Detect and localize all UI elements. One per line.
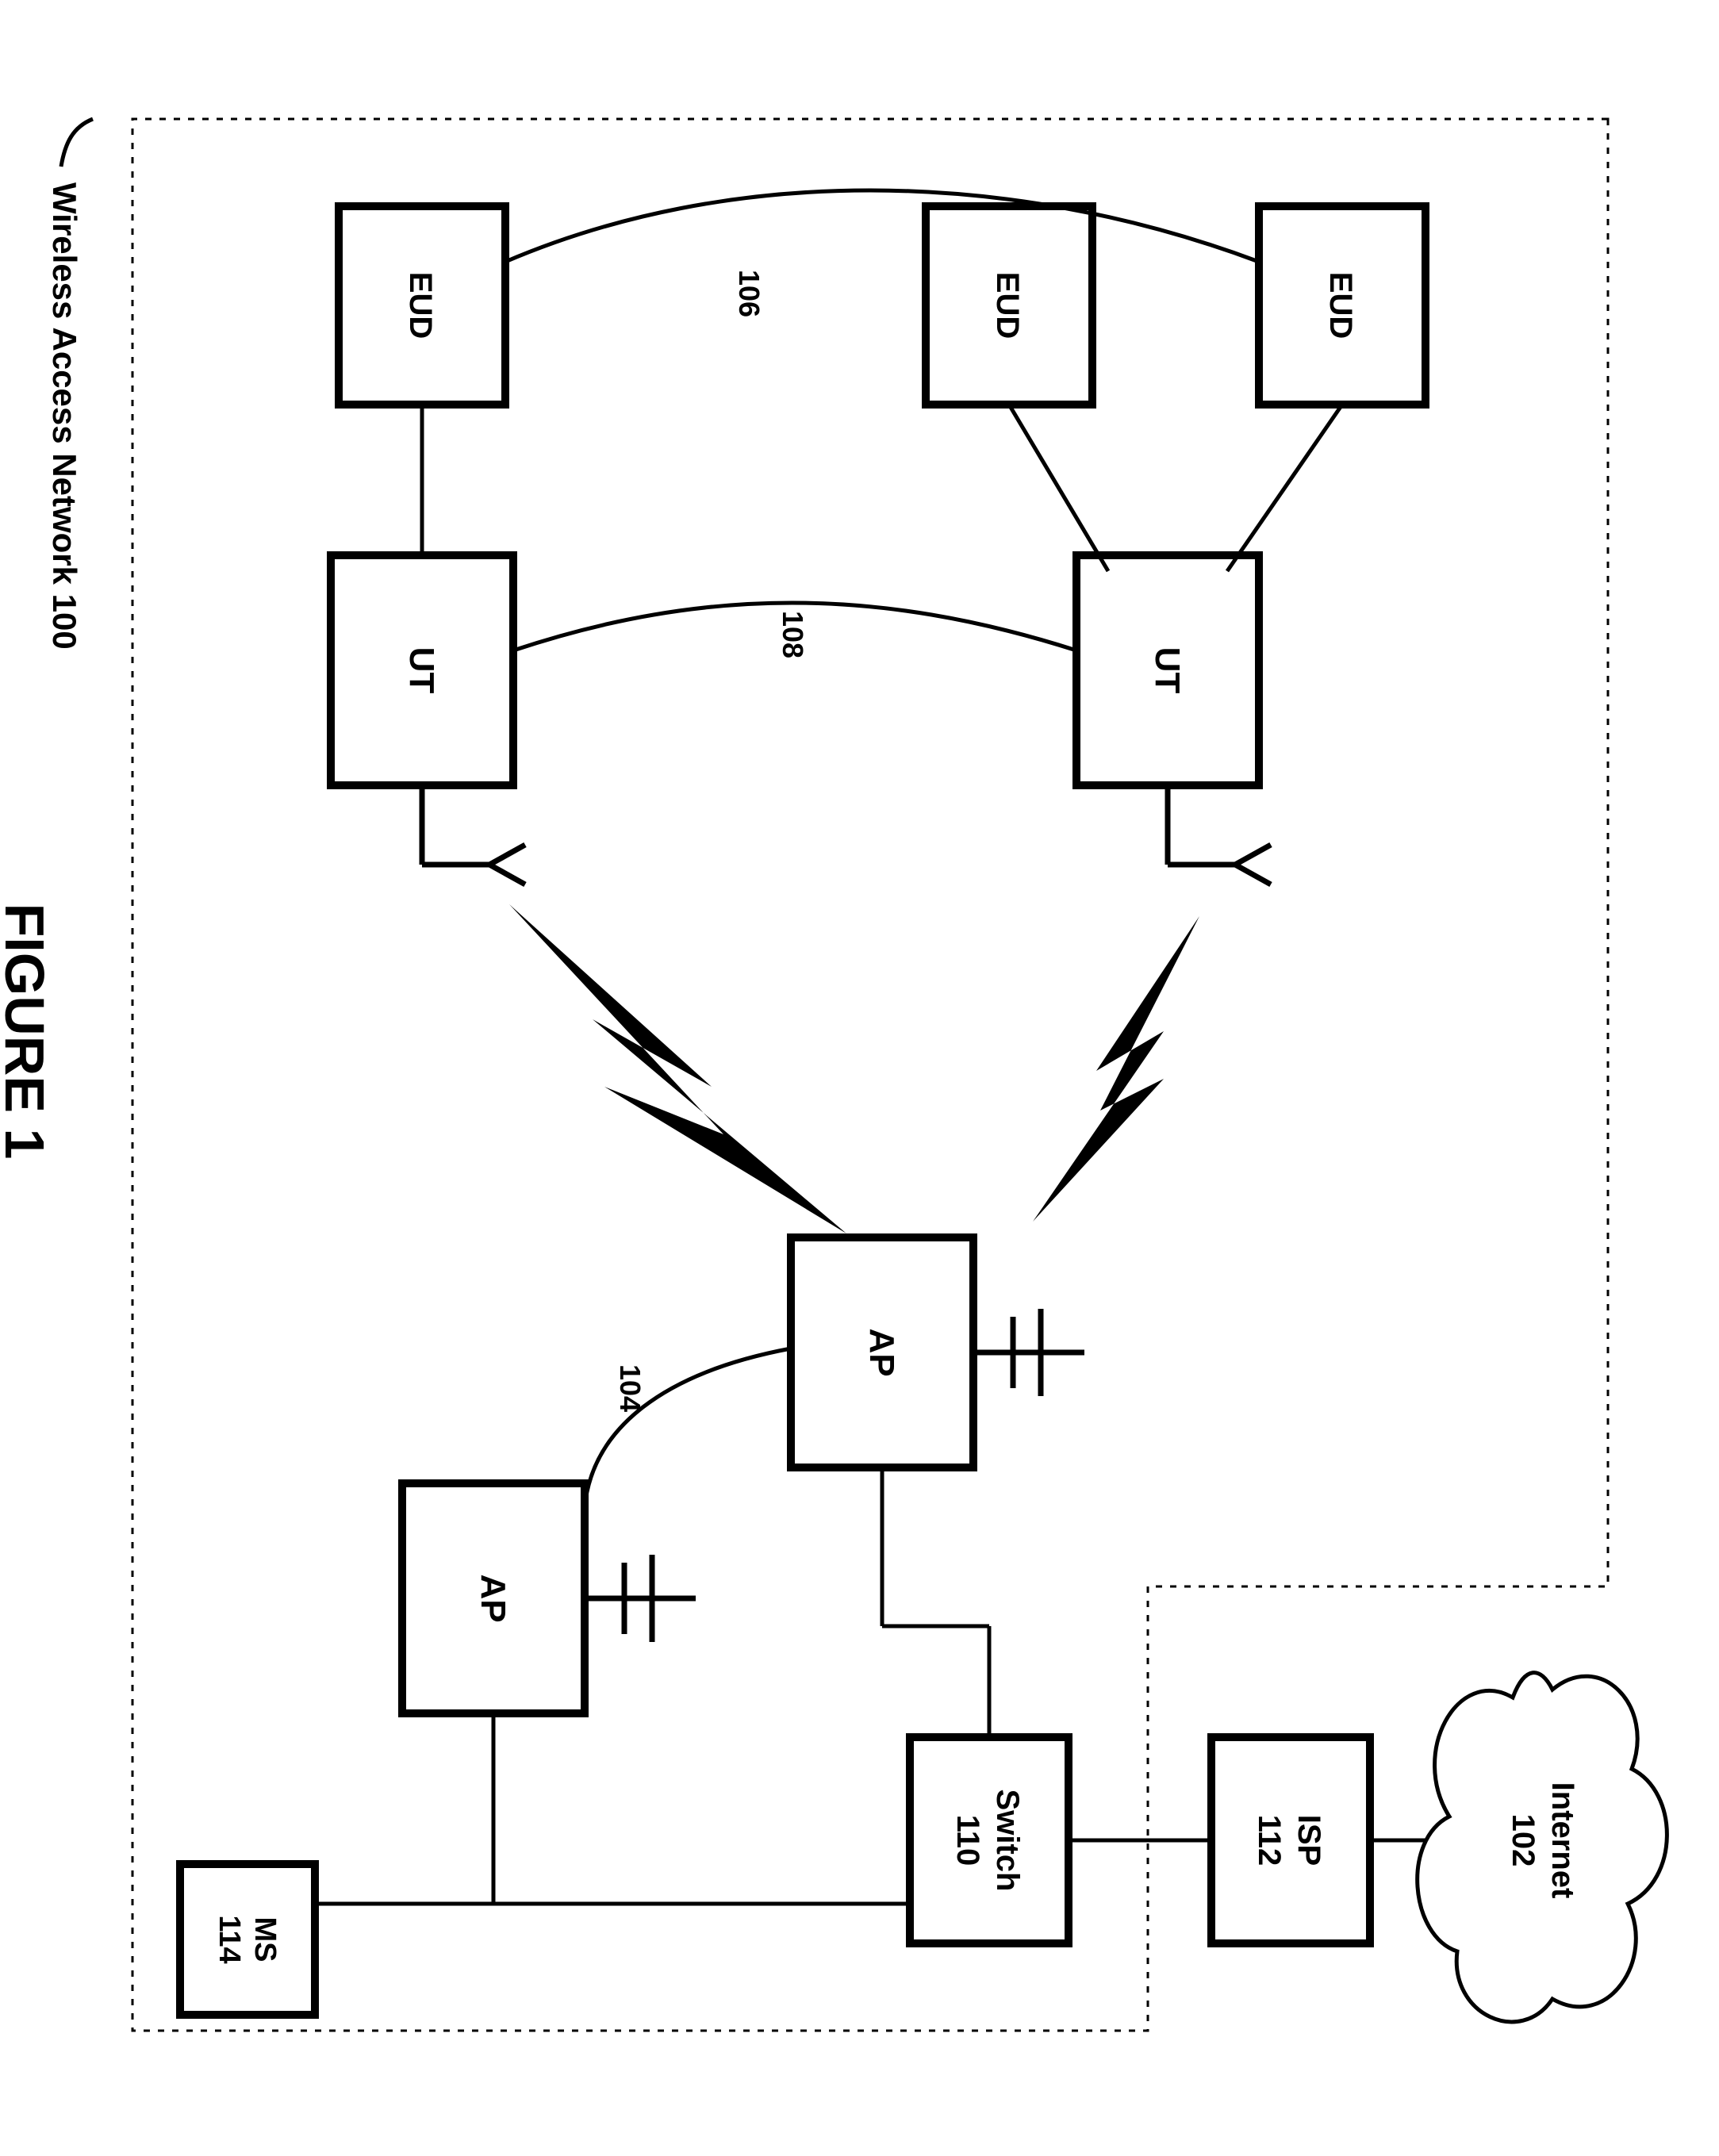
link-eud1-ut1 [1227, 405, 1342, 571]
eud1-l1: EUD [1323, 272, 1358, 339]
ut1-l1: UT [1148, 647, 1187, 694]
switch-l2: 110 [950, 1815, 985, 1866]
network-label-arc [61, 119, 93, 167]
ref-106: 106 [733, 270, 765, 317]
figure-1: Wireless Access Network 100 FIGURE 1 Int… [0, 0, 1719, 2156]
ut2-ant-v1 [489, 845, 525, 865]
ref-104: 104 [614, 1364, 647, 1412]
ref-108: 108 [777, 611, 809, 658]
ut2-ant-v2 [489, 865, 525, 884]
network-label: Wireless Access Network 100 [46, 182, 83, 650]
brace-106 [505, 190, 1259, 262]
isp-box [1211, 1737, 1370, 1943]
ms-l2: 114 [213, 1915, 246, 1963]
switch-l1: Switch [990, 1790, 1025, 1892]
cloud-l1: Internet [1545, 1782, 1580, 1899]
ut1-ant-v2 [1235, 865, 1271, 884]
ap2-l1: AP [474, 1574, 512, 1622]
ms-box [180, 1864, 315, 2015]
ap1-l1: AP [862, 1328, 901, 1376]
switch-box [910, 1737, 1069, 1943]
isp-l1: ISP [1291, 1815, 1326, 1866]
eud2-l1: EUD [990, 272, 1025, 339]
ut1-ant-v1 [1235, 845, 1271, 865]
lightning-icon-2 [509, 904, 846, 1233]
isp-l2: 112 [1252, 1815, 1287, 1866]
link-eud2-ut1 [1009, 405, 1108, 571]
cloud-l2: 102 [1506, 1814, 1541, 1867]
ms-l1: MS [248, 1917, 282, 1962]
ut2-l1: UT [402, 647, 441, 694]
figure-title: FIGURE 1 [0, 903, 56, 1160]
internet-cloud: Internet 102 [1418, 1673, 1667, 2022]
lightning-icon-1 [1033, 916, 1199, 1222]
eud3-l1: EUD [403, 272, 438, 339]
